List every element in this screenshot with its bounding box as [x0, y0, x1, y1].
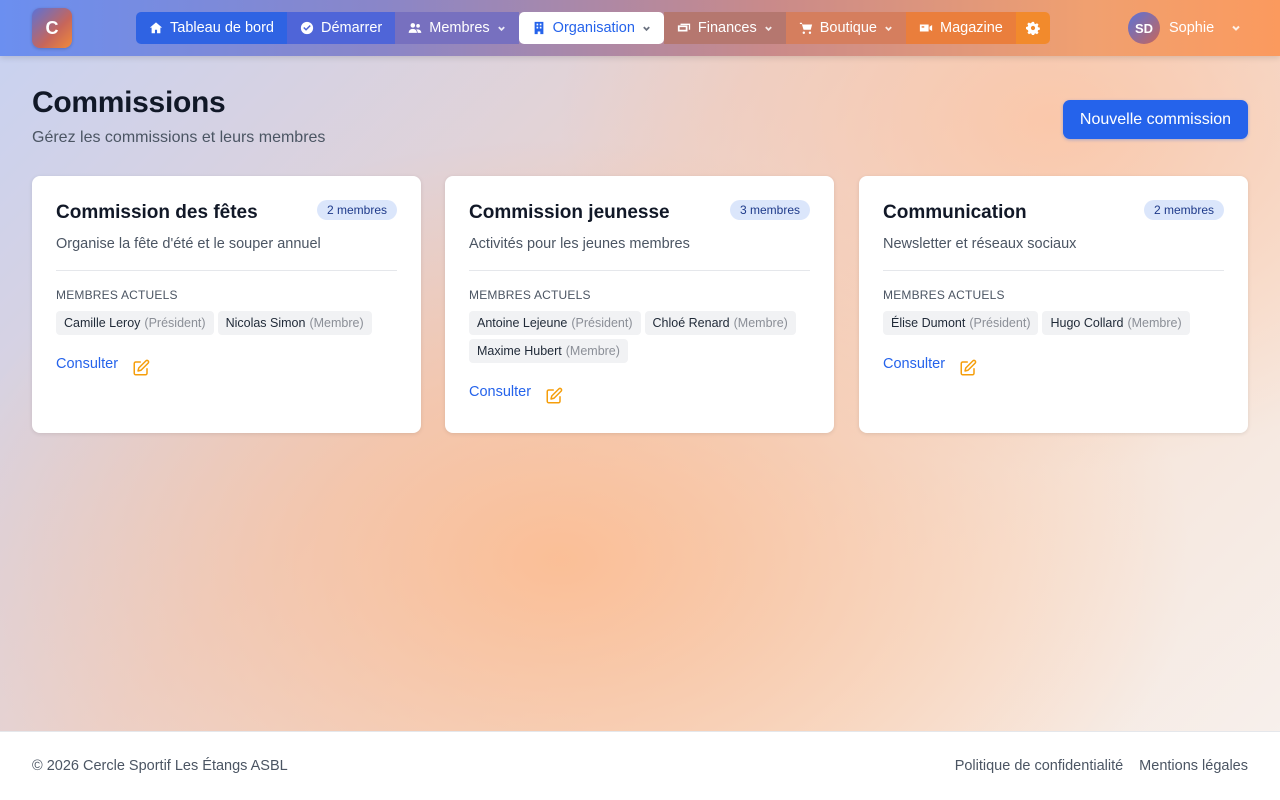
edit-button[interactable] [132, 359, 150, 377]
chevron-down-icon [764, 26, 772, 31]
nav-item-label: Boutique [819, 20, 877, 36]
member-name: Élise Dumont [891, 316, 966, 330]
app-logo[interactable]: C [32, 8, 72, 48]
divider [469, 270, 810, 271]
nav-item-settings[interactable] [1015, 12, 1050, 44]
member-chip: Camille Leroy (Président) [56, 311, 214, 335]
divider [56, 270, 397, 271]
member-name: Camille Leroy [64, 316, 141, 330]
member-chip: Antoine Lejeune (Président) [469, 311, 641, 335]
member-role: (Président) [144, 316, 206, 330]
card-description: Newsletter et réseaux sociaux [883, 236, 1077, 252]
member-role: (Membre) [1127, 316, 1182, 330]
main-nav: Tableau de bord Démarrer Membres Organis… [136, 12, 1050, 44]
commission-card: Commission des fêtes 2 membres Organise … [32, 176, 421, 433]
edit-icon [960, 359, 977, 376]
video-icon [919, 24, 933, 32]
copyright: © 2026 Cercle Sportif Les Étangs ASBL [32, 758, 288, 774]
nav-item-label: Finances [697, 20, 757, 36]
gear-icon [1025, 21, 1040, 35]
member-count-badge: 2 membres [1143, 200, 1224, 220]
money-icon [677, 23, 691, 32]
chevron-down-icon [643, 26, 650, 31]
members-label: MEMBRES ACTUELS [469, 288, 591, 302]
members-list: Élise Dumont (Président) Hugo Collard (Mem… [883, 311, 1224, 335]
footer: © 2026 Cercle Sportif Les Étangs ASBL Po… [0, 731, 1280, 800]
nav-item-magazine[interactable]: Magazine [905, 12, 1016, 44]
member-name: Hugo Collard [1050, 316, 1124, 330]
nav-item-membres[interactable]: Membres [395, 12, 519, 44]
legal-notice-link[interactable]: Mentions légales [1139, 758, 1248, 774]
building-icon [534, 21, 544, 35]
card-description: Activités pour les jeunes membres [469, 236, 690, 252]
nav-item-demarrer[interactable]: Démarrer [287, 12, 396, 44]
commission-card: Commission jeunesse 3 membres Activités … [445, 176, 834, 433]
nav-item-label: Magazine [939, 20, 1003, 36]
members-list: Camille Leroy (Président) Nicolas Simon (M… [56, 311, 397, 335]
edit-button[interactable] [545, 387, 563, 405]
user-name: Sophie [1169, 20, 1215, 36]
member-count-badge: 3 membres [729, 200, 810, 220]
new-commission-button[interactable]: Nouvelle commission [1063, 100, 1248, 139]
member-role: (Président) [571, 316, 633, 330]
nav-item-organisation[interactable]: Organisation [518, 12, 664, 44]
member-name: Chloé Renard [652, 316, 730, 330]
member-count-badge: 2 membres [316, 200, 397, 220]
edit-button[interactable] [959, 359, 977, 377]
avatar: SD [1128, 12, 1160, 44]
chevron-down-icon [885, 26, 892, 31]
member-name: Antoine Lejeune [477, 316, 568, 330]
member-chip: Élise Dumont (Président) [883, 311, 1039, 335]
member-chip: Nicolas Simon (Membre) [217, 311, 372, 335]
nav-item-label: Membres [429, 20, 490, 36]
members-label: MEMBRES ACTUELS [883, 288, 1005, 302]
card-description: Organise la fête d'été et le souper annu… [56, 236, 321, 252]
consult-link[interactable]: Consulter [469, 384, 531, 400]
member-name: Nicolas Simon [225, 316, 306, 330]
member-chip: Hugo Collard (Membre) [1042, 311, 1190, 335]
members-label: MEMBRES ACTUELS [56, 288, 178, 302]
consult-link[interactable]: Consulter [56, 356, 118, 372]
members-list: Antoine Lejeune (Président) Chloé Renard(… [469, 311, 810, 363]
page-subtitle: Gérez les commissions et leurs membres [32, 129, 326, 146]
home-icon [149, 22, 163, 34]
member-chip: Chloé Renard (Membre) [644, 311, 796, 335]
nav-item-label: Tableau de bord [170, 20, 274, 36]
nav-item-label: Démarrer [321, 20, 383, 36]
top-navbar: C Tableau de bord Démarrer Membres Organ… [0, 0, 1280, 56]
member-role: (Membre) [733, 316, 788, 330]
users-icon [408, 23, 422, 33]
edit-icon [546, 387, 563, 404]
cart-icon [799, 22, 812, 34]
footer-links: Politique de confidentialité Mentions lé… [955, 758, 1248, 774]
consult-link[interactable]: Consulter [883, 356, 945, 372]
nav-item-boutique[interactable]: Boutique [785, 12, 906, 44]
member-role: (Membre) [565, 344, 620, 358]
commission-card: Communication 2 membres Newsletter et ré… [859, 176, 1248, 433]
user-menu[interactable]: SD Sophie [1128, 12, 1241, 44]
check-circle-icon [300, 21, 314, 35]
chevron-down-icon [1232, 25, 1240, 31]
divider [883, 270, 1224, 271]
chevron-down-icon [497, 26, 505, 31]
page-title: Commissions [32, 86, 226, 119]
edit-icon [133, 359, 150, 376]
nav-item-tableau-de-bord[interactable]: Tableau de bord [136, 12, 287, 44]
member-role: (Président) [969, 316, 1031, 330]
nav-item-finances[interactable]: Finances [663, 12, 786, 44]
privacy-policy-link[interactable]: Politique de confidentialité [955, 758, 1123, 774]
member-name: Maxime Hubert [477, 344, 562, 358]
nav-item-label: Organisation [552, 20, 635, 36]
member-chip: Maxime Hubert (Membre) [469, 339, 628, 363]
member-role: (Membre) [309, 316, 364, 330]
